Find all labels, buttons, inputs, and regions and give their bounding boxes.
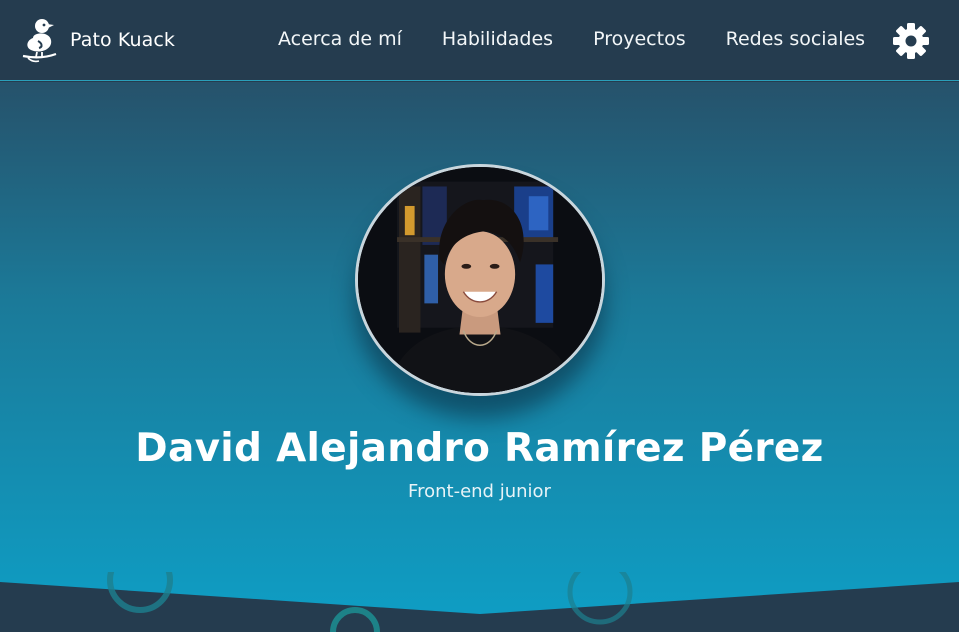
gear-icon bbox=[892, 22, 930, 60]
profile-role: Front-end junior bbox=[408, 481, 551, 502]
nav-links: Acerca de mí Habilidades Proyectos Redes… bbox=[278, 28, 905, 50]
duck-logo-icon bbox=[19, 16, 59, 64]
brand-link[interactable]: Pato Kuack bbox=[19, 16, 175, 64]
settings-button[interactable] bbox=[892, 22, 930, 60]
nav-link-social[interactable]: Redes sociales bbox=[726, 28, 866, 50]
brand-name: Pato Kuack bbox=[70, 29, 176, 51]
navbar: Pato Kuack Acerca de mí Habilidades Proy… bbox=[0, 0, 959, 81]
avatar bbox=[355, 164, 605, 396]
nav-link-projects[interactable]: Proyectos bbox=[593, 28, 686, 50]
nav-link-about[interactable]: Acerca de mí bbox=[278, 28, 402, 50]
hero-bottom-divider bbox=[0, 572, 959, 632]
profile-name: David Alejandro Ramírez Pérez bbox=[135, 426, 824, 471]
hero-section: David Alejandro Ramírez Pérez Front-end … bbox=[0, 82, 959, 632]
nav-link-skills[interactable]: Habilidades bbox=[442, 28, 553, 50]
